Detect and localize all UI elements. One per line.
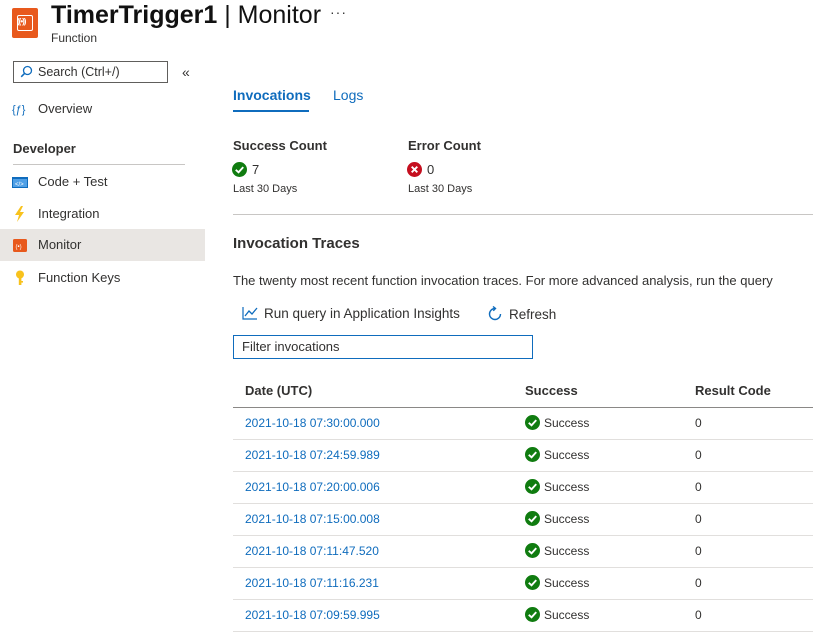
success-count-title: Success Count: [233, 138, 327, 153]
svg-text:(•): (•): [16, 245, 22, 251]
divider: [13, 164, 185, 165]
invocation-date-link[interactable]: 2021-10-18 07:20:00.006: [245, 480, 380, 494]
sidebar-search[interactable]: Search (Ctrl+/): [13, 61, 168, 83]
invocation-date-link[interactable]: 2021-10-18 07:09:59.995: [245, 608, 380, 622]
invocation-date-link[interactable]: 2021-10-18 07:30:00.000: [245, 416, 380, 430]
status-cell: Success: [525, 447, 589, 462]
success-check-icon: [525, 543, 540, 558]
invocation-date-link[interactable]: 2021-10-18 07:24:59.989: [245, 448, 380, 462]
status-text: Success: [544, 416, 590, 430]
result-code: 0: [695, 480, 702, 494]
table-row: 2021-10-18 07:30:00.000 Success 0: [233, 408, 813, 440]
status-cell: Success: [525, 511, 589, 526]
status-cell: Success: [525, 543, 589, 558]
sidebar-item-integration[interactable]: Integration: [0, 198, 205, 230]
column-header-success[interactable]: Success: [525, 383, 578, 398]
page-title: TimerTrigger1 | Monitor: [51, 0, 321, 30]
success-check-icon: [525, 511, 540, 526]
monitor-icon: (•): [13, 239, 27, 252]
sidebar-item-label: Code + Test: [38, 174, 108, 189]
blade-name: | Monitor: [217, 1, 322, 29]
sidebar-item-label: Function Keys: [38, 270, 121, 285]
section-header-developer: Developer: [13, 141, 76, 156]
success-check-icon: [525, 479, 540, 494]
status-text: Success: [544, 448, 590, 462]
sidebar-item-label: Integration: [38, 206, 100, 221]
refresh-button[interactable]: Refresh: [487, 305, 557, 322]
overview-icon: {ƒ}: [12, 104, 26, 116]
success-check-icon: [525, 575, 540, 590]
sidebar-item-label: Monitor: [38, 237, 82, 252]
status-text: Success: [544, 544, 590, 558]
refresh-label: Refresh: [509, 307, 557, 322]
page-subtitle: Function: [51, 31, 98, 45]
run-query-label: Run query in Application Insights: [264, 306, 460, 321]
table-row: 2021-10-18 07:11:47.520 Success 0: [233, 536, 813, 568]
invocation-date-link[interactable]: 2021-10-18 07:11:47.520: [245, 544, 379, 558]
invocation-date-link[interactable]: 2021-10-18 07:11:16.231: [245, 576, 379, 590]
column-header-date[interactable]: Date (UTC): [245, 383, 312, 398]
divider: [233, 214, 813, 215]
status-cell: Success: [525, 575, 589, 590]
result-code: 0: [695, 608, 702, 622]
result-code: 0: [695, 576, 702, 590]
result-code: 0: [695, 512, 702, 526]
table-row: 2021-10-18 07:09:59.995 Success 0: [233, 600, 813, 632]
success-check-icon: [232, 162, 247, 177]
filter-input[interactable]: [242, 339, 522, 354]
status-cell: Success: [525, 479, 589, 494]
status-text: Success: [544, 480, 590, 494]
svg-text:{ƒ}: {ƒ}: [12, 104, 26, 116]
table-row: 2021-10-18 07:20:00.006 Success 0: [233, 472, 813, 504]
error-x-icon: [407, 162, 422, 177]
sidebar-item-code-test[interactable]: </> Code + Test: [0, 166, 205, 198]
function-name: TimerTrigger1: [51, 1, 218, 29]
table-row: 2021-10-18 07:24:59.989 Success 0: [233, 440, 813, 472]
search-input[interactable]: Search (Ctrl+/): [38, 65, 120, 79]
section-title: Invocation Traces: [233, 235, 360, 252]
search-icon: [20, 65, 33, 78]
traces-description: The twenty most recent function invocati…: [233, 273, 773, 288]
error-count-title: Error Count: [408, 138, 481, 153]
active-tab-indicator: [233, 110, 309, 112]
success-check-icon: [525, 607, 540, 622]
refresh-icon: [488, 305, 502, 321]
success-check-icon: [525, 415, 540, 430]
run-query-button[interactable]: Run query in Application Insights: [242, 306, 460, 321]
table-row: 2021-10-18 07:15:00.008 Success 0: [233, 504, 813, 536]
status-text: Success: [544, 608, 590, 622]
sidebar-item-overview[interactable]: {ƒ} Overview: [0, 93, 205, 125]
more-options-button[interactable]: ···: [330, 4, 347, 20]
success-period: Last 30 Days: [233, 183, 298, 195]
status-text: Success: [544, 512, 590, 526]
status-text: Success: [544, 576, 590, 590]
function-app-icon: [12, 8, 38, 38]
success-check-icon: [525, 447, 540, 462]
invocation-date-link[interactable]: 2021-10-18 07:15:00.008: [245, 512, 380, 526]
sidebar-item-label: Overview: [38, 101, 93, 116]
tab-logs[interactable]: Logs: [333, 87, 363, 103]
key-icon: [16, 270, 24, 285]
filter-invocations-field[interactable]: [233, 335, 533, 359]
status-cell: Success: [525, 415, 589, 430]
status-cell: Success: [525, 607, 589, 622]
sidebar-item-function-keys[interactable]: Function Keys: [0, 262, 205, 294]
error-count-value: 0: [427, 162, 435, 177]
success-count-value: 7: [252, 162, 260, 177]
column-header-result-code[interactable]: Result Code: [695, 383, 771, 398]
chart-line-icon: [242, 307, 258, 320]
error-period: Last 30 Days: [408, 183, 473, 195]
result-code: 0: [695, 448, 702, 462]
svg-text:</>: </>: [15, 182, 24, 188]
table-row: 2021-10-18 07:11:16.231 Success 0: [233, 568, 813, 600]
result-code: 0: [695, 416, 702, 430]
error-count: 0: [407, 162, 434, 177]
collapse-sidebar-button[interactable]: «: [182, 64, 190, 80]
success-count: 7: [232, 162, 259, 177]
tab-invocations[interactable]: Invocations: [233, 87, 311, 103]
code-icon: </>: [12, 177, 28, 188]
lightning-icon: [15, 206, 24, 222]
result-code: 0: [695, 544, 702, 558]
sidebar-item-monitor[interactable]: (•) Monitor: [0, 229, 205, 261]
